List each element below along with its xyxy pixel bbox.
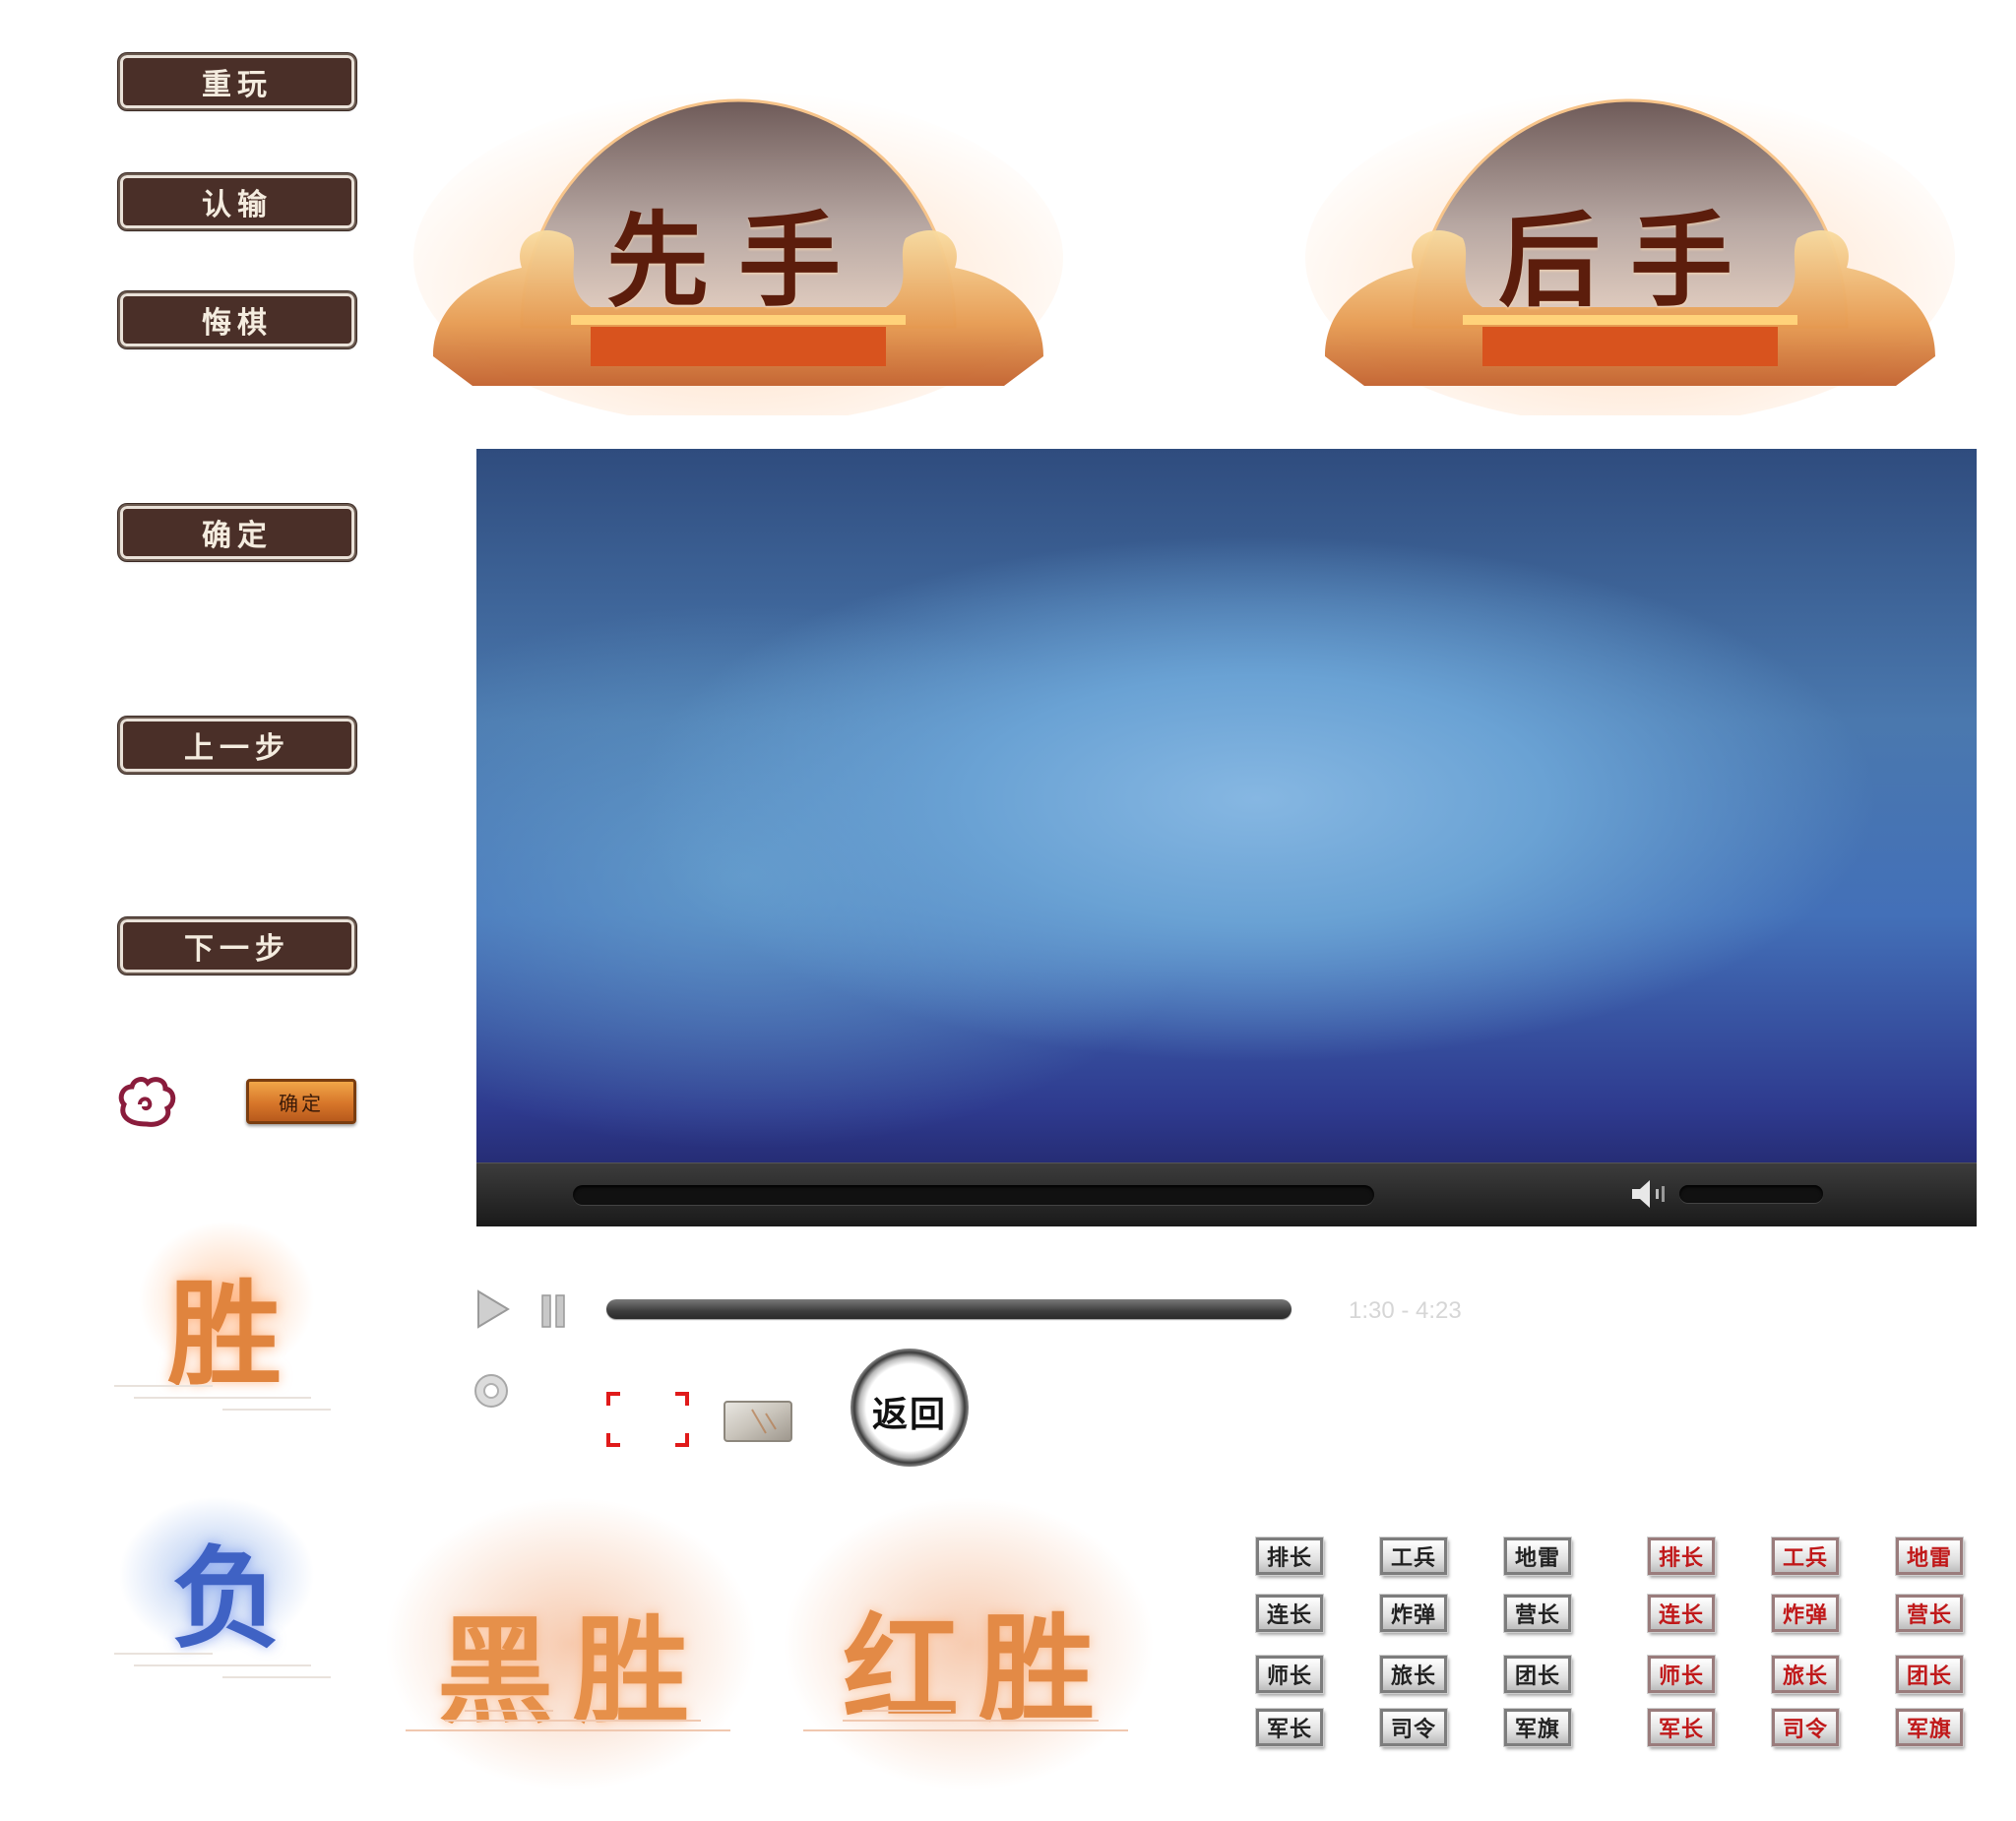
play-icon[interactable] bbox=[474, 1289, 510, 1329]
piece-tile-red[interactable]: 连长 bbox=[1647, 1594, 1716, 1633]
piece-tile-gray[interactable]: 地雷 bbox=[1503, 1537, 1572, 1576]
piece-tile-gray[interactable]: 连长 bbox=[1255, 1594, 1324, 1633]
piece-tile-red[interactable]: 师长 bbox=[1647, 1655, 1716, 1694]
piece-tile-gray[interactable]: 军旗 bbox=[1503, 1708, 1572, 1747]
confirm-button[interactable]: 确定 bbox=[118, 504, 356, 561]
timecode-label: 1:30 - 4:23 bbox=[1349, 1297, 1462, 1324]
return-seal-label: 返回 bbox=[871, 1394, 947, 1435]
fullscreen-icon[interactable] bbox=[606, 1392, 689, 1447]
piece-tile-gray[interactable]: 工兵 bbox=[1379, 1537, 1448, 1576]
piece-tile-red[interactable]: 排长 bbox=[1647, 1537, 1716, 1576]
cloud-icon bbox=[118, 1077, 176, 1127]
piece-tile-red[interactable]: 炸弹 bbox=[1771, 1594, 1840, 1633]
replay-button[interactable]: 重玩 bbox=[118, 53, 356, 110]
cloud-lines-icon bbox=[406, 1710, 730, 1731]
piece-tile-gray[interactable]: 军长 bbox=[1255, 1708, 1324, 1747]
piece-tile-gray[interactable]: 师长 bbox=[1255, 1655, 1324, 1694]
undo-button[interactable]: 悔棋 bbox=[118, 291, 356, 348]
first-move-plaque: 先手 bbox=[413, 61, 1063, 415]
piece-tile-gray[interactable]: 炸弹 bbox=[1379, 1594, 1448, 1633]
prev-step-button[interactable]: 上一步 bbox=[118, 717, 356, 774]
piece-tile-gray[interactable]: 旅长 bbox=[1379, 1655, 1448, 1694]
return-seal-button[interactable]: 返回 bbox=[850, 1349, 969, 1467]
cloud-lines-icon bbox=[803, 1710, 1128, 1731]
video-control-bar bbox=[476, 1162, 1977, 1226]
video-progress-bar[interactable] bbox=[573, 1185, 1374, 1205]
wood-confirm-button[interactable]: 确定 bbox=[246, 1079, 356, 1124]
piece-tile-red[interactable]: 工兵 bbox=[1771, 1537, 1840, 1576]
piece-tile-red[interactable]: 营长 bbox=[1895, 1594, 1964, 1633]
pause-icon[interactable] bbox=[539, 1293, 569, 1329]
seek-bar[interactable] bbox=[606, 1299, 1292, 1319]
marble-tile-icon bbox=[724, 1401, 792, 1442]
piece-tile-red[interactable]: 地雷 bbox=[1895, 1537, 1964, 1576]
piece-tile-red[interactable]: 军旗 bbox=[1895, 1708, 1964, 1747]
plaque-title: 先手 bbox=[605, 200, 870, 321]
piece-tile-red[interactable]: 军长 bbox=[1647, 1708, 1716, 1747]
cloud-lines-icon bbox=[114, 1385, 331, 1411]
piece-tile-red[interactable]: 司令 bbox=[1771, 1708, 1840, 1747]
record-icon[interactable] bbox=[472, 1372, 510, 1410]
plaque-title: 后手 bbox=[1497, 200, 1762, 321]
piece-tile-gray[interactable]: 营长 bbox=[1503, 1594, 1572, 1633]
piece-tile-gray[interactable]: 司令 bbox=[1379, 1708, 1448, 1747]
piece-tile-red[interactable]: 团长 bbox=[1895, 1655, 1964, 1694]
piece-tile-gray[interactable]: 团长 bbox=[1503, 1655, 1572, 1694]
speaker-icon[interactable] bbox=[1630, 1177, 1673, 1211]
next-step-button[interactable]: 下一步 bbox=[118, 917, 356, 974]
second-move-plaque: 后手 bbox=[1305, 61, 1955, 415]
cloud-lines-icon bbox=[114, 1653, 331, 1678]
piece-tile-gray[interactable]: 排长 bbox=[1255, 1537, 1324, 1576]
video-player[interactable] bbox=[476, 449, 1977, 1226]
piece-tile-red[interactable]: 旅长 bbox=[1771, 1655, 1840, 1694]
volume-slider[interactable] bbox=[1679, 1185, 1823, 1203]
surrender-button[interactable]: 认输 bbox=[118, 173, 356, 230]
